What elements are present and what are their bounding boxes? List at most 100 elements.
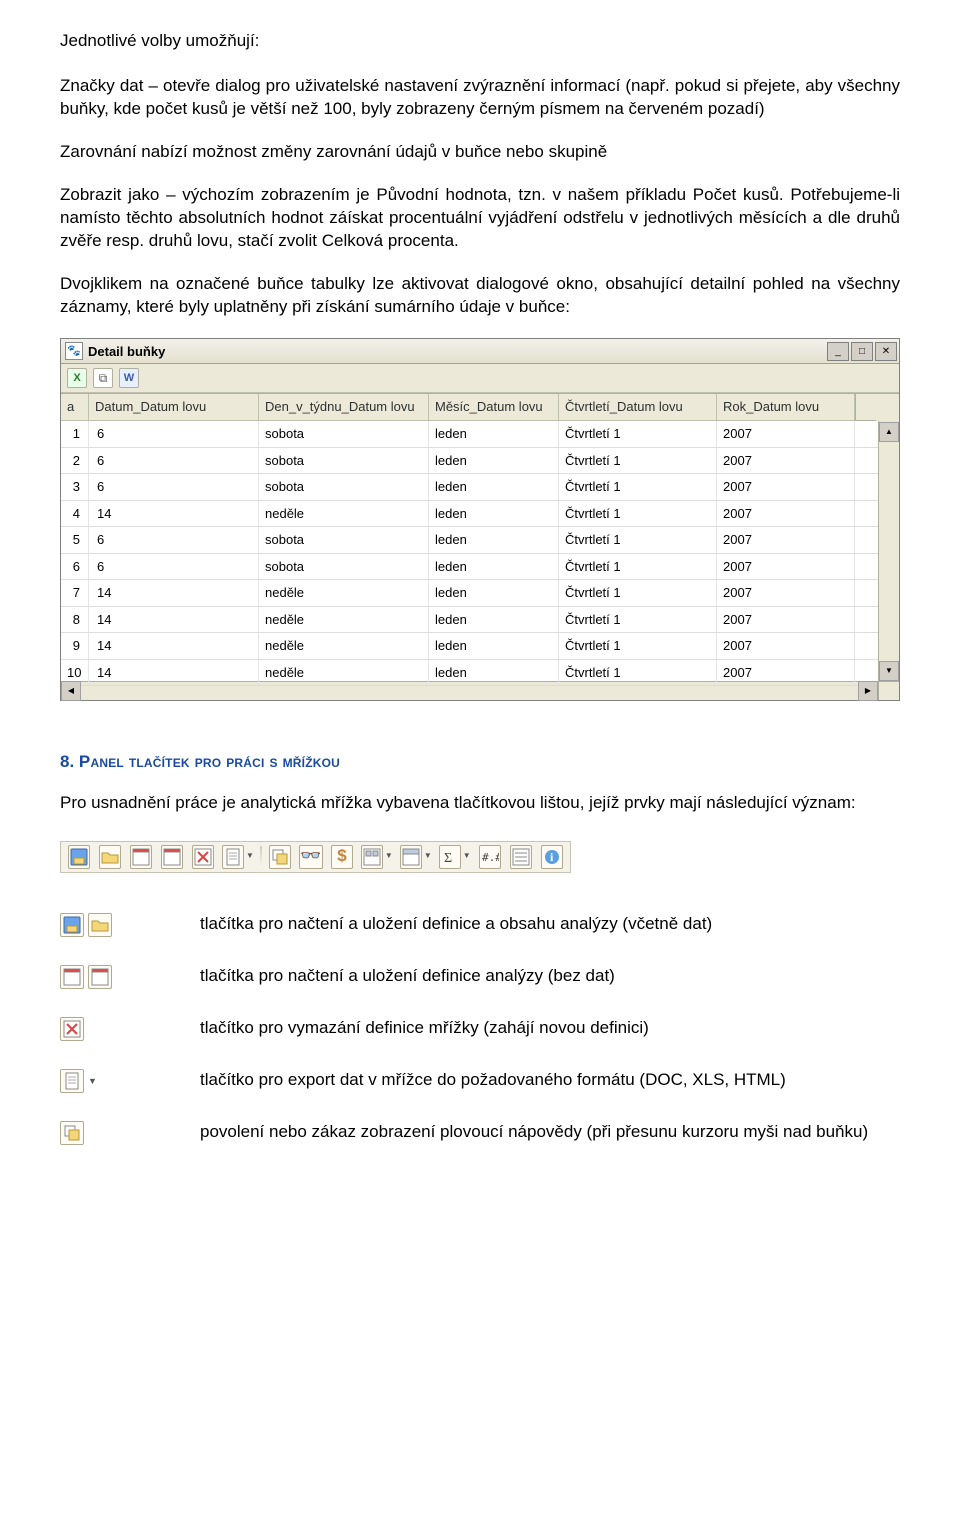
table-cell: leden: [429, 501, 559, 527]
table-cell: 6: [89, 554, 259, 580]
intro-p4: Dvojklikem na označené buňce tabulky lze…: [60, 273, 900, 319]
table-cell: 2007: [717, 607, 855, 633]
table-cell: Čtvrtletí 1: [559, 448, 717, 474]
chevron-down-icon: ▼: [88, 1075, 97, 1087]
table-cell: 3: [61, 474, 89, 500]
open-def-icon: [88, 965, 112, 989]
grid-header[interactable]: Rok_Datum lovu: [717, 394, 855, 421]
export-icon: [60, 1069, 84, 1093]
export-button[interactable]: ▼: [219, 844, 257, 870]
grid-toolbar: ▼ 👓 $ ▼ ▼ Σ▼ #.# i: [60, 841, 571, 873]
chevron-down-icon: ▼: [463, 851, 471, 862]
section8-intro: Pro usnadnění práce je analytická mřížka…: [60, 792, 900, 815]
save-with-data-icon: [60, 913, 84, 937]
table-cell: neděle: [259, 633, 429, 659]
table-row[interactable]: 16sobotaledenČtvrtletí 12007: [61, 421, 878, 448]
desc-text: tlačítko pro export dat v mřížce do poža…: [200, 1069, 900, 1092]
table-cell: leden: [429, 580, 559, 606]
table-cell: neděle: [259, 501, 429, 527]
table-cell: 2007: [717, 580, 855, 606]
separator: [260, 846, 262, 868]
detail-cell-dialog: 🐾 Detail buňky _ □ ✕ X ⧉ W a Datum_Datum…: [60, 338, 900, 701]
table-row[interactable]: 36sobotaledenČtvrtletí 12007: [61, 474, 878, 501]
intro-line1: Jednotlivé volby umožňují:: [60, 30, 900, 53]
table-cell: 4: [61, 501, 89, 527]
layout-button[interactable]: ▼: [397, 844, 435, 870]
grid-header[interactable]: Čtvrtletí_Datum lovu: [559, 394, 717, 421]
minimize-button[interactable]: _: [827, 342, 849, 361]
data-grid: a Datum_Datum lovu Den_v_týdnu_Datum lov…: [61, 393, 899, 700]
table-cell: Čtvrtletí 1: [559, 633, 717, 659]
scroll-up-icon[interactable]: ▲: [879, 422, 899, 442]
intro-p1: Značky dat – otevře dialog pro uživatels…: [60, 75, 900, 121]
section-title: Panel tlačítek pro práci s mřížkou: [79, 752, 340, 771]
grid-header[interactable]: Měsíc_Datum lovu: [429, 394, 559, 421]
grid-header-row: a Datum_Datum lovu Den_v_týdnu_Datum lov…: [61, 394, 899, 421]
intro-p3: Zobrazit jako – výchozím zobrazením je P…: [60, 184, 900, 253]
tooltip-toggle-icon: [60, 1121, 84, 1145]
info-button[interactable]: i: [537, 844, 567, 870]
list-button[interactable]: [506, 844, 536, 870]
save-with-data-button[interactable]: [64, 844, 94, 870]
sigma-button[interactable]: Σ▼: [436, 844, 474, 870]
desc-text: tlačítka pro načtení a uložení definice …: [200, 913, 900, 936]
table-cell: leden: [429, 474, 559, 500]
table-row[interactable]: 66sobotaledenČtvrtletí 12007: [61, 554, 878, 581]
table-cell: leden: [429, 633, 559, 659]
vertical-scrollbar[interactable]: ▲ ▼: [878, 421, 899, 681]
svg-text:Σ: Σ: [444, 851, 452, 866]
scroll-left-icon[interactable]: ◀: [61, 681, 81, 701]
forms-button[interactable]: ▼: [358, 844, 396, 870]
save-def-button[interactable]: [126, 844, 156, 870]
tooltip-toggle-button[interactable]: [265, 844, 295, 870]
grid-header[interactable]: Datum_Datum lovu: [89, 394, 259, 421]
table-row[interactable]: 914neděleledenČtvrtletí 12007: [61, 633, 878, 660]
scroll-right-icon[interactable]: ▶: [858, 681, 878, 701]
table-cell: sobota: [259, 421, 429, 447]
table-row[interactable]: 414neděleledenČtvrtletí 12007: [61, 501, 878, 528]
dialog-title: Detail buňky: [88, 343, 165, 361]
chevron-down-icon: ▼: [246, 851, 254, 862]
table-cell: Čtvrtletí 1: [559, 660, 717, 686]
table-row[interactable]: 56sobotaledenČtvrtletí 12007: [61, 527, 878, 554]
desc-text: tlačítka pro načtení a uložení definice …: [200, 965, 900, 988]
desc-text: povolení nebo zákaz zobrazení plovoucí n…: [200, 1121, 900, 1144]
table-row[interactable]: 1014neděleledenČtvrtletí 12007: [61, 660, 878, 687]
copy-icon[interactable]: ⧉: [93, 368, 113, 388]
table-cell: 6: [89, 421, 259, 447]
dialog-titlebar[interactable]: 🐾 Detail buňky _ □ ✕: [61, 339, 899, 364]
table-cell: 14: [89, 580, 259, 606]
export-word-icon[interactable]: W: [119, 368, 139, 388]
currency-button[interactable]: $: [327, 844, 357, 870]
open-with-data-button[interactable]: [95, 844, 125, 870]
table-cell: 6: [89, 527, 259, 553]
scroll-down-icon[interactable]: ▼: [879, 661, 899, 681]
table-row[interactable]: 26sobotaledenČtvrtletí 12007: [61, 448, 878, 475]
table-cell: 6: [89, 448, 259, 474]
clear-grid-button[interactable]: [188, 844, 218, 870]
export-excel-icon[interactable]: X: [67, 368, 87, 388]
chevron-down-icon: ▼: [424, 851, 432, 862]
table-cell: Čtvrtletí 1: [559, 474, 717, 500]
table-cell: leden: [429, 421, 559, 447]
table-cell: 2007: [717, 501, 855, 527]
number-format-button[interactable]: #.#: [475, 844, 505, 870]
table-cell: Čtvrtletí 1: [559, 580, 717, 606]
table-cell: neděle: [259, 660, 429, 686]
dialog-toolbar: X ⧉ W: [61, 364, 899, 393]
desc-text: tlačítko pro vymazání definice mřížky (z…: [200, 1017, 900, 1040]
open-def-button[interactable]: [157, 844, 187, 870]
table-cell: leden: [429, 448, 559, 474]
table-row[interactable]: 714neděleledenČtvrtletí 12007: [61, 580, 878, 607]
table-cell: 14: [89, 501, 259, 527]
grid-header[interactable]: a: [61, 394, 89, 421]
glasses-button[interactable]: 👓: [296, 844, 326, 870]
table-cell: 6: [89, 474, 259, 500]
table-row[interactable]: 814neděleledenČtvrtletí 12007: [61, 607, 878, 634]
grid-header[interactable]: Den_v_týdnu_Datum lovu: [259, 394, 429, 421]
table-cell: 1: [61, 421, 89, 447]
close-button[interactable]: ✕: [875, 342, 897, 361]
table-cell: Čtvrtletí 1: [559, 421, 717, 447]
table-cell: leden: [429, 527, 559, 553]
maximize-button[interactable]: □: [851, 342, 873, 361]
